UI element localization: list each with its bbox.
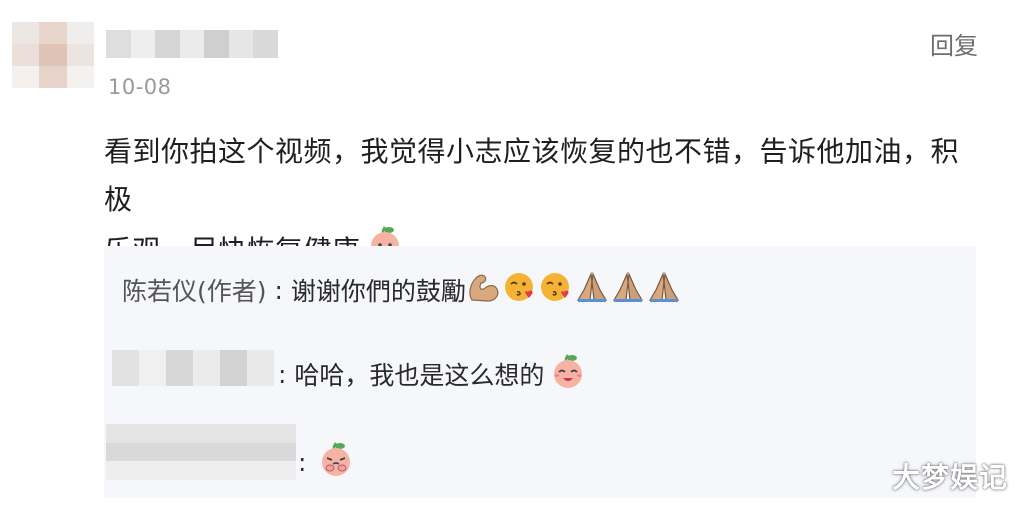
reply-separator: : [266,275,291,305]
peach-laugh-icon [550,352,586,396]
folded-hands-icon [646,270,682,310]
username-blurred[interactable] [106,30,278,58]
reply-item: 陈若仪(作者) : 谢谢你們的鼓勵 [122,270,682,310]
flexed-biceps-icon [466,270,502,310]
reply-author[interactable]: 陈若仪(作者) [122,272,267,308]
reply-username-blurred[interactable] [106,424,296,480]
reply-separator: : [298,447,315,477]
avatar[interactable] [12,22,94,88]
face-blowing-kiss-icon [502,270,538,310]
reply-item: : [298,440,354,484]
reply-button[interactable]: 回复 [930,26,978,61]
face-blowing-kiss-icon [538,270,574,310]
folded-hands-icon [574,270,610,310]
reply-text: 谢谢你們的鼓勵 [290,277,466,306]
comment-text-line: 看到你拍这个视频，我觉得小志应该恢复的也不错，告诉他加油，积极 [104,135,960,216]
peach-cry-icon [318,440,354,484]
reply-separator: : [278,359,295,389]
folded-hands-icon [610,270,646,310]
reply-text: 哈哈，我也是这么想的 [294,361,545,390]
watermark: 大梦娱记 [891,461,1008,494]
reply-username-blurred[interactable] [112,350,274,386]
reply-item: : 哈哈，我也是这么想的 [278,352,586,396]
comment-card: 10-08 回复 看到你拍这个视频，我觉得小志应该恢复的也不错，告诉他加油，积极… [0,0,1024,516]
reply-thread: 陈若仪(作者) : 谢谢你們的鼓勵: 哈哈，我也是这么想的: [104,246,976,498]
comment-timestamp: 10-08 [108,75,172,99]
